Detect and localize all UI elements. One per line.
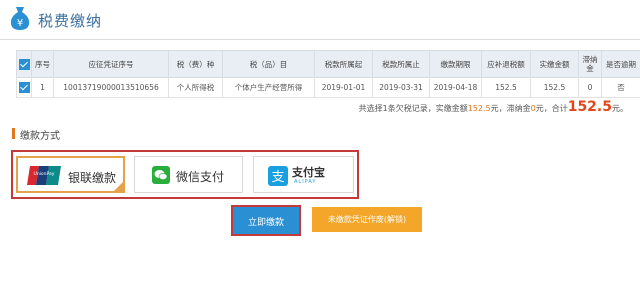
table-cell: 1 — [31, 77, 54, 98]
column-header: 税（费）种 — [168, 50, 223, 78]
row-select-cell[interactable] — [16, 77, 32, 98]
summary-mid2: 元，合计 — [535, 104, 568, 113]
column-header: 滞纳金 — [578, 50, 602, 78]
header-divider — [0, 39, 640, 40]
page-header: ¥ 税费缴纳 — [0, 0, 640, 40]
pay-now-button[interactable]: 立即缴款 — [231, 205, 301, 236]
table-cell: 0 — [578, 77, 602, 98]
unionpay-icon: UnionPay — [27, 166, 61, 185]
table-cell: 152.5 — [530, 77, 579, 98]
table-cell: 2019-01-01 — [314, 77, 373, 98]
table-cell: 否 — [601, 77, 640, 98]
alipay-subtext: ALIPAY — [294, 179, 317, 185]
payment-option-label: 银联缴款 — [68, 171, 117, 185]
table-cell: 10013719000013510656 — [53, 77, 169, 98]
page-title: 税费缴纳 — [38, 12, 103, 30]
unionpay-logo-text: UnionPay — [34, 171, 55, 177]
column-header: 应征凭证序号 — [53, 50, 169, 78]
payment-option-label: 微信支付 — [176, 170, 225, 184]
payment-section-title: 缴款方式 — [20, 131, 60, 142]
void-certificate-button[interactable]: 未缴款凭证作废(解锁) — [312, 207, 422, 232]
summary-amount: 152.5 — [467, 104, 491, 113]
selected-corner-marker — [114, 182, 123, 191]
column-header: 缴款期限 — [429, 50, 482, 78]
tax-table: 序号 应征凭证序号 税（费）种 税（品）目 税款所属起 税款所属止 缴款期限 应… — [16, 50, 640, 98]
select-all-cell[interactable] — [16, 50, 32, 78]
summary-prefix: 共选择1条欠税记录，实缴金额 — [358, 104, 468, 113]
payment-option-label: 支付宝 — [292, 166, 325, 179]
table-cell: 个体户生产经营所得 — [222, 77, 315, 98]
void-certificate-label: 未缴款凭证作废(解锁) — [327, 215, 407, 224]
pay-now-label: 立即缴款 — [247, 218, 284, 228]
svg-text:¥: ¥ — [17, 18, 23, 29]
column-header: 是否逾期 — [601, 50, 640, 78]
section-marker — [12, 128, 15, 139]
wechat-icon — [152, 166, 170, 184]
column-header: 应补退税额 — [481, 50, 531, 78]
payment-option-unionpay[interactable]: UnionPay 银联缴款 — [16, 156, 125, 193]
svg-text:支: 支 — [271, 170, 284, 185]
select-all-checkbox[interactable] — [18, 58, 30, 70]
summary-total: 152.5 — [567, 99, 612, 115]
payment-option-alipay[interactable]: 支 支付宝 ALIPAY — [253, 156, 354, 193]
column-header: 实缴金额 — [530, 50, 579, 78]
table-header-row: 序号 应征凭证序号 税（费）种 税（品）目 税款所属起 税款所属止 缴款期限 应… — [16, 50, 640, 78]
column-header: 序号 — [31, 50, 54, 78]
table-row[interactable]: 1 10013719000013510656 个人所得税 个体户生产经营所得 2… — [16, 77, 640, 98]
table-cell: 2019-04-18 — [429, 77, 482, 98]
table-cell: 2019-03-31 — [372, 77, 430, 98]
table-cell: 个人所得税 — [168, 77, 223, 98]
column-header: 税款所属止 — [372, 50, 430, 78]
money-bag-icon: ¥ — [10, 7, 30, 30]
summary-mid1: 元，滞纳金 — [490, 104, 531, 113]
payment-methods-group: UnionPay 银联缴款 微信支付 支 支付宝 ALIPAY — [11, 150, 359, 199]
column-header: 税款所属起 — [314, 50, 373, 78]
column-header: 税（品）目 — [222, 50, 315, 78]
row-checkbox[interactable] — [18, 82, 30, 93]
alipay-icon: 支 — [268, 166, 288, 186]
summary-suffix: 元。 — [612, 104, 628, 113]
payment-summary: 共选择1条欠税记录，实缴金额152.5元，滞纳金0元，合计152.5元。 — [359, 99, 628, 115]
table-cell: 152.5 — [481, 77, 531, 98]
payment-option-wechat[interactable]: 微信支付 — [134, 156, 243, 193]
